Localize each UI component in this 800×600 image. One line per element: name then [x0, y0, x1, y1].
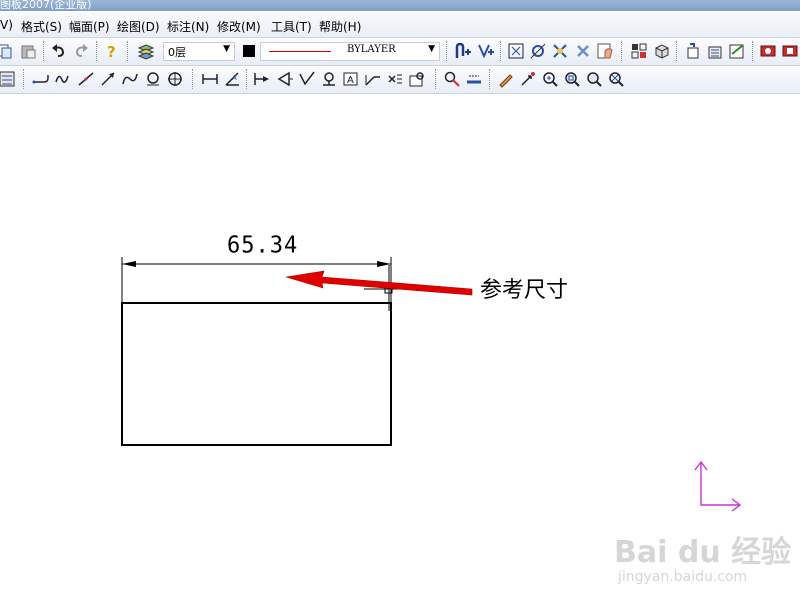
menu-view[interactable]: V)	[0, 18, 13, 32]
linetype-preview	[269, 51, 331, 52]
dimension-arrow-left	[122, 261, 136, 267]
query-icon[interactable]	[408, 70, 426, 88]
linetype-select[interactable]: BYLAYER ▼	[260, 42, 440, 61]
linetype-value: BYLAYER	[347, 44, 396, 55]
menu-bar: V) 格式(S) 幅面(P) 绘图(D) 标注(N) 修改(M) 工具(T) 帮…	[0, 13, 800, 38]
window-title: 图板2007(企业版)	[0, 0, 92, 11]
ucs-icon	[694, 460, 742, 512]
copy-icon[interactable]	[0, 42, 14, 60]
text-icon[interactable]: A	[342, 70, 360, 88]
weld-icon[interactable]	[320, 70, 338, 88]
pan-icon[interactable]	[519, 70, 537, 88]
drawing-canvas[interactable]: 65.34 参考尺寸 Bai du 经验 jingyan.baidu.com	[0, 95, 800, 600]
menu-sheet[interactable]: 幅面(P)	[69, 18, 110, 35]
distance-icon[interactable]	[443, 70, 461, 88]
pencil-icon[interactable]	[497, 70, 515, 88]
menu-tools[interactable]: 工具(T)	[271, 18, 312, 35]
help-icon[interactable]: ?	[103, 42, 121, 60]
view-icon[interactable]	[706, 42, 724, 60]
svg-text:?: ?	[107, 43, 116, 60]
drawing-toolbar: A A	[0, 66, 800, 94]
watermark: Bai du 经验 jingyan.baidu.com	[614, 509, 800, 599]
zoom-realtime-icon[interactable]	[541, 70, 559, 88]
title-bar: 图板2007(企业版)	[0, 0, 800, 11]
menu-format[interactable]: 格式(S)	[21, 18, 62, 35]
properties-icon[interactable]	[596, 42, 614, 60]
datum-icon[interactable]	[276, 70, 294, 88]
menu-dimension[interactable]: 标注(N)	[167, 18, 209, 35]
zoom-previous-icon[interactable]	[607, 70, 625, 88]
zoom-all-icon[interactable]	[585, 70, 603, 88]
grid-icon[interactable]	[507, 42, 525, 60]
ray-icon[interactable]	[99, 70, 117, 88]
insert-block-icon[interactable]	[630, 42, 648, 60]
undo-icon[interactable]	[50, 42, 68, 60]
calculator-icon[interactable]	[0, 70, 16, 88]
chevron-down-icon: ▼	[428, 44, 435, 54]
dimension-value: 65.34	[227, 232, 299, 259]
polar-icon[interactable]	[551, 42, 569, 60]
print-icon[interactable]	[759, 42, 777, 60]
polyline-icon[interactable]	[32, 70, 50, 88]
hole-icon[interactable]	[166, 70, 184, 88]
menu-modify[interactable]: 修改(M)	[217, 18, 261, 35]
watermark-brand: Bai du 经验	[614, 535, 792, 570]
balloon-icon[interactable]	[386, 70, 404, 88]
block-icon[interactable]	[653, 42, 671, 60]
table-icon[interactable]	[728, 42, 746, 60]
spline-icon[interactable]	[54, 70, 72, 88]
red-arrow-icon	[285, 270, 473, 296]
tolerance-icon[interactable]	[253, 70, 271, 88]
layer-value: 0层	[168, 46, 186, 59]
redo-icon[interactable]	[72, 42, 90, 60]
preview-icon[interactable]	[781, 42, 799, 60]
curve-icon[interactable]	[121, 70, 139, 88]
annotation-label: 参考尺寸	[480, 278, 569, 303]
rectangle	[121, 302, 392, 446]
roughness-icon[interactable]	[298, 70, 316, 88]
paste-icon[interactable]	[20, 42, 38, 60]
osnap-icon[interactable]	[477, 42, 495, 60]
measure-icon[interactable]	[465, 70, 483, 88]
chevron-down-icon: ▼	[223, 44, 230, 54]
linear-dimension-icon[interactable]	[201, 70, 219, 88]
menu-help[interactable]: 帮助(H)	[319, 18, 361, 35]
layer-manager-icon[interactable]	[137, 42, 155, 60]
svg-text:A: A	[232, 74, 237, 82]
color-swatch[interactable]	[243, 45, 255, 57]
view-3d-icon[interactable]	[684, 42, 702, 60]
line-icon[interactable]	[77, 70, 95, 88]
erase-icon[interactable]	[574, 42, 592, 60]
leader-icon[interactable]	[364, 70, 382, 88]
menu-draw[interactable]: 绘图(D)	[117, 18, 160, 35]
ortho-icon[interactable]	[529, 42, 547, 60]
snap-icon[interactable]	[454, 42, 472, 60]
circle-icon[interactable]	[144, 70, 162, 88]
standard-toolbar: ? 0层 ▼ BYLAYER ▼	[0, 38, 800, 66]
angle-dimension-icon[interactable]: A	[223, 70, 241, 88]
watermark-url: jingyan.baidu.com	[618, 569, 748, 585]
layer-select[interactable]: 0层 ▼	[163, 42, 235, 61]
zoom-window-icon[interactable]	[563, 70, 581, 88]
svg-text:A: A	[347, 75, 354, 86]
